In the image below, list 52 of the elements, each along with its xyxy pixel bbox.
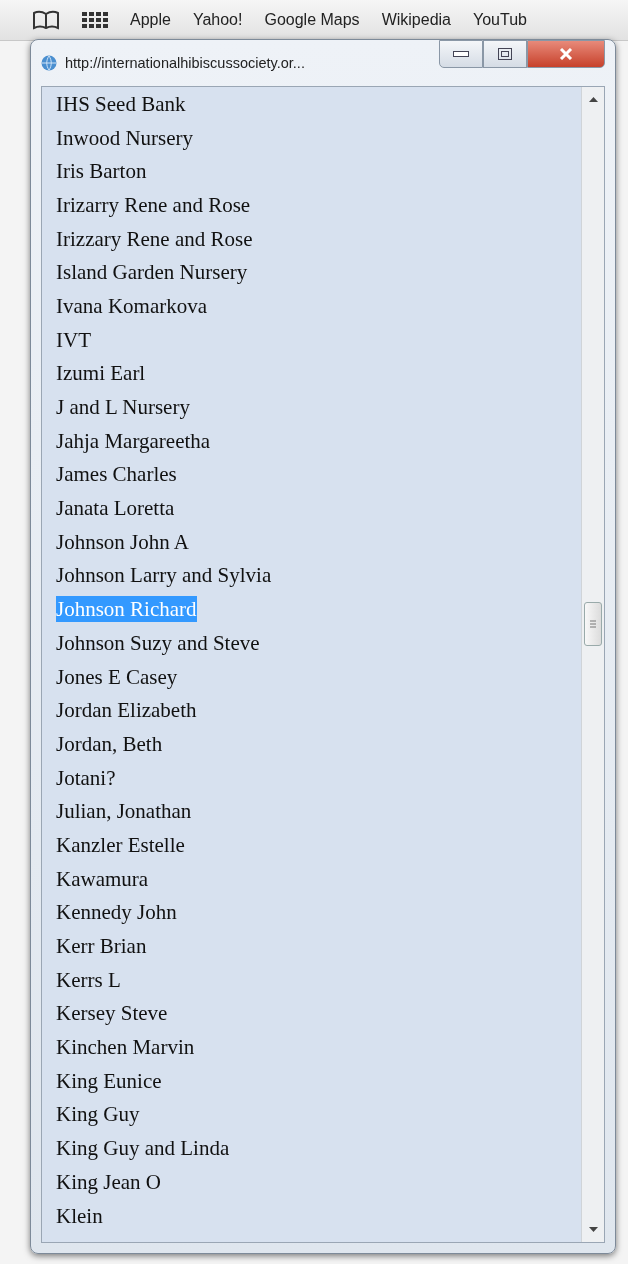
maximize-button[interactable] <box>483 40 527 68</box>
scroll-thumb[interactable] <box>584 602 602 646</box>
list-item[interactable]: Irizarry Rene and Rose <box>56 191 251 218</box>
minimize-icon <box>453 51 469 57</box>
list-item[interactable]: Izumi Earl <box>56 360 146 387</box>
list-item[interactable]: Ivana Komarkova <box>56 292 208 319</box>
list-item[interactable]: Kerrs L <box>56 966 121 993</box>
list-item[interactable]: Jahja Margareetha <box>56 427 211 454</box>
list-item[interactable]: IHS Seed Bank <box>56 90 186 117</box>
grip-icon <box>590 620 596 628</box>
list-item[interactable]: Jotani? <box>56 764 116 791</box>
list-item[interactable]: Johnson John A <box>56 528 190 555</box>
list-item[interactable]: Kinchen Marvin <box>56 1034 195 1061</box>
list-item[interactable]: Kawamura <box>56 865 149 892</box>
list-item[interactable]: Jones E Casey <box>56 663 178 690</box>
list-item[interactable]: Iris Barton <box>56 158 147 185</box>
list-item[interactable]: King Guy <box>56 1101 140 1128</box>
list-item[interactable]: J and L Nursery <box>56 394 190 421</box>
window-title: http://internationalhibiscussociety.or... <box>65 55 306 71</box>
bookmark-link[interactable]: Apple <box>130 11 171 29</box>
list-item[interactable]: Kerr Brian <box>56 933 147 960</box>
list-item[interactable]: Jordan Elizabeth <box>56 697 197 724</box>
list-item[interactable]: Julian, Jonathan <box>56 798 192 825</box>
list-item[interactable]: King Jean O <box>56 1168 161 1195</box>
bookmark-link[interactable]: Google Maps <box>264 11 360 29</box>
scroll-down-icon[interactable] <box>588 1227 598 1232</box>
list-item[interactable]: Klein <box>56 1202 103 1229</box>
list-item[interactable]: Irizzary Rene and Rose <box>56 225 253 252</box>
bookmark-link[interactable]: Yahoo! <box>192 11 243 29</box>
scroll-up-icon[interactable] <box>588 97 598 102</box>
list-item[interactable]: Johnson Larry and Sylvia <box>56 562 272 589</box>
minimize-button[interactable] <box>439 40 483 68</box>
list-item[interactable]: James Charles <box>56 461 177 488</box>
list-item[interactable]: Inwood Nursery <box>56 124 194 151</box>
bookmark-link[interactable]: YouTub <box>473 11 527 29</box>
list-item[interactable]: Kersey Steve <box>56 1000 168 1027</box>
list-item[interactable]: Island Garden Nursery <box>56 259 248 286</box>
list-item[interactable]: Kennedy John <box>56 899 177 926</box>
bookmark-link[interactable]: Wikipedia <box>381 11 451 29</box>
list-item[interactable]: Janata Loretta <box>56 495 175 522</box>
list-item[interactable]: IVT <box>56 326 91 353</box>
book-icon[interactable] <box>32 10 60 30</box>
globe-icon <box>41 55 57 71</box>
grid-icon[interactable] <box>82 12 108 28</box>
close-icon <box>559 48 573 60</box>
list-item[interactable]: King Guy and Linda <box>56 1135 230 1162</box>
list-item[interactable]: Kanzler Estelle <box>56 831 185 858</box>
close-button[interactable] <box>527 40 605 68</box>
maximize-icon <box>498 48 512 60</box>
list-item[interactable]: Johnson Suzy and Steve <box>56 629 260 656</box>
list-item[interactable]: King Eunice <box>56 1067 162 1094</box>
list-item[interactable]: Jordan, Beth <box>56 730 163 757</box>
